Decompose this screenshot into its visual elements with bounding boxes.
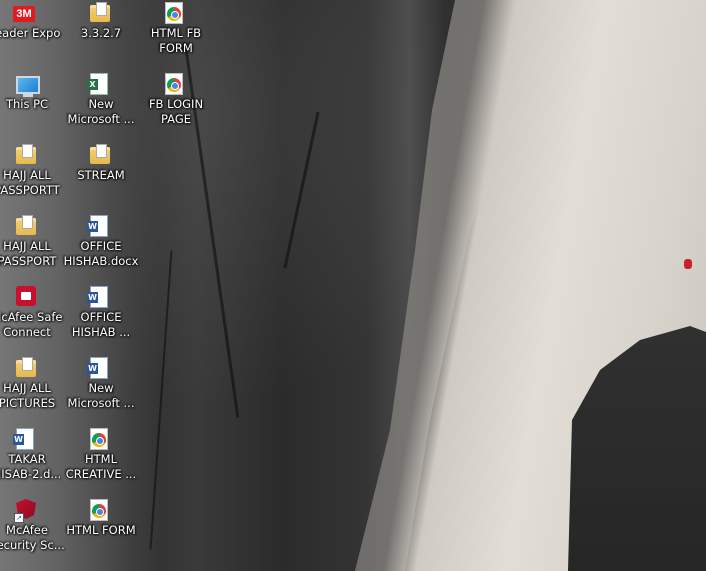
desktop-icon-new-excel[interactable]: New Microsoft ... <box>63 73 139 127</box>
chrome-icon <box>165 2 187 24</box>
icon-label: 3.3.2.7 <box>80 26 122 40</box>
icon-label: This PC <box>5 97 49 111</box>
desktop-icon-hajj-passport[interactable]: HAJJ ALL PASSPORT <box>0 215 65 269</box>
desktop-icon-fb-login-page[interactable]: FB LOGIN PAGE <box>138 73 214 127</box>
desktop-icon-reader-expo[interactable]: 3M Reader Expo <box>0 2 62 41</box>
icon-label-line2: PAGE <box>160 112 192 126</box>
icon-label-line1: McAfee Safe <box>0 310 63 324</box>
icon-label-line1: HAJJ ALL <box>3 239 51 253</box>
icon-label-line1: HTML FB <box>150 26 202 40</box>
icon-label-line1: OFFICE <box>80 239 122 253</box>
icon-label-line2: CREATIVE ... <box>65 467 137 481</box>
desktop-icon-office-hishab-docx[interactable]: OFFICE HISHAB.docx <box>63 215 139 269</box>
icon-label-line1: OFFICE <box>80 310 122 324</box>
icon-label-line1: New <box>88 97 114 111</box>
icon-label: HTML FORM <box>66 523 136 537</box>
icon-label-line2: Security Sc... <box>0 538 65 552</box>
desktop-icon-office-hishab[interactable]: OFFICE HISHAB ... <box>63 286 139 340</box>
3m-icon: 3M <box>13 2 35 24</box>
excel-icon <box>87 73 112 95</box>
icon-label-line2: FORM <box>159 41 193 55</box>
desktop-icon-html-fb-form[interactable]: HTML FB FORM <box>138 2 214 56</box>
icon-label-line1: HTML <box>84 452 117 466</box>
icon-label-line2: HISAB-2.d... <box>0 467 62 481</box>
desktop: 3M Reader Expo This PC HAJJ ALL PASSPORT… <box>0 0 706 571</box>
mcafee-safe-connect-icon <box>16 286 38 308</box>
icon-label: Reader Expo <box>0 26 61 40</box>
icon-label-line1: FB LOGIN <box>148 97 204 111</box>
icon-label: STREAM <box>77 168 125 182</box>
pdf-folder-icon <box>16 215 38 237</box>
icon-label-line1: HAJJ ALL <box>3 168 51 182</box>
word-icon <box>87 215 112 237</box>
icon-label-line2: PASSPORT <box>0 254 57 268</box>
desktop-icon-html-form[interactable]: HTML FORM <box>63 499 139 538</box>
word-icon <box>87 286 112 308</box>
word-icon <box>13 428 38 450</box>
icon-label-line1: TAKAR <box>8 452 46 466</box>
desktop-icon-hajj-pictures[interactable]: HAJJ ALL PICTURES <box>0 357 65 411</box>
icon-label-line2: Microsoft ... <box>67 112 135 126</box>
icon-label-line1: New <box>88 381 114 395</box>
desktop-icon-mcafee-safe-connect[interactable]: McAfee Safe Connect <box>0 286 65 340</box>
icon-label-line2: HISHAB ... <box>71 325 131 339</box>
icon-label-line2: PICTURES <box>0 396 56 410</box>
icon-label-line2: HISHAB.docx <box>63 254 139 268</box>
folder-icon <box>16 144 38 166</box>
shortcut-arrow-icon: ↗ <box>14 513 24 523</box>
icon-label-line2: Microsoft ... <box>67 396 135 410</box>
desktop-icon-new-word[interactable]: New Microsoft ... <box>63 357 139 411</box>
wallpaper-climber <box>684 259 692 269</box>
wallpaper-crack <box>283 111 320 269</box>
desktop-icon-hajj-passportt[interactable]: HAJJ ALL PASSPORTT <box>0 144 65 198</box>
folder-icon <box>90 144 112 166</box>
icon-label-line2: PASSPORTT <box>0 183 60 197</box>
desktop-icon-stream[interactable]: STREAM <box>63 144 139 183</box>
desktop-icon-folder-3327[interactable]: 3.3.2.7 <box>63 2 139 41</box>
chrome-icon <box>90 428 112 450</box>
desktop-icon-this-pc[interactable]: This PC <box>0 73 65 112</box>
chrome-icon <box>165 73 187 95</box>
icon-label-line2: Connect <box>3 325 51 339</box>
desktop-icon-takar-hisab[interactable]: TAKAR HISAB-2.d... <box>0 428 65 482</box>
folder-icon <box>16 357 38 379</box>
desktop-icon-html-creative[interactable]: HTML CREATIVE ... <box>63 428 139 482</box>
folder-icon <box>90 2 112 24</box>
computer-icon <box>16 73 40 97</box>
desktop-icon-mcafee-security[interactable]: ↗ McAfee Security Sc... <box>0 499 65 553</box>
mcafee-icon: ↗ <box>14 499 38 523</box>
word-icon <box>87 357 112 379</box>
icon-label-line1: HAJJ ALL <box>3 381 51 395</box>
chrome-icon <box>90 499 112 521</box>
icon-label-line1: McAfee <box>6 523 48 537</box>
